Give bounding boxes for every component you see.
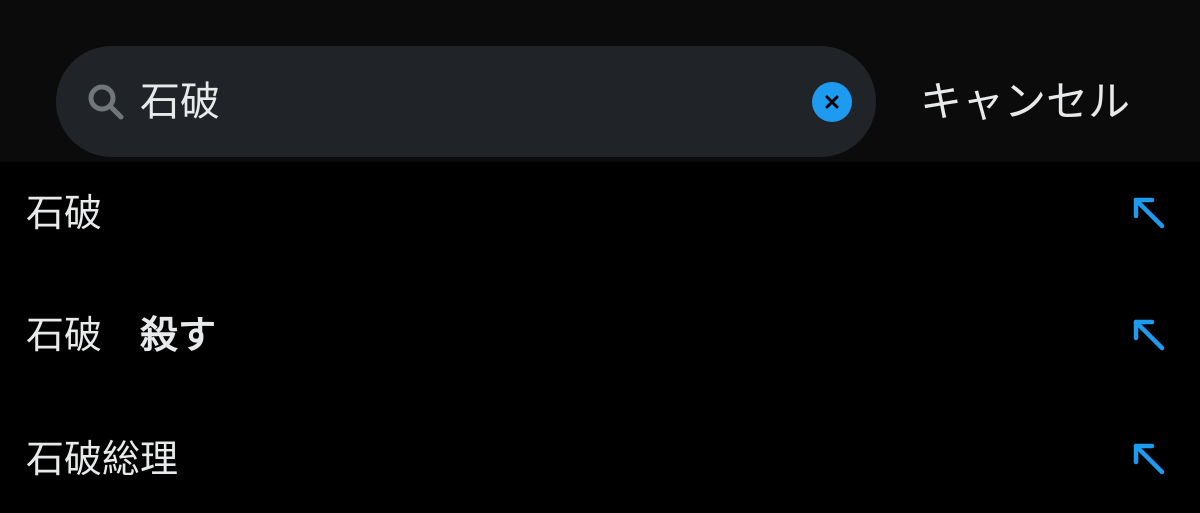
close-icon bbox=[825, 95, 839, 109]
suggestion-prefix: 石破 bbox=[26, 313, 141, 357]
search-input[interactable] bbox=[140, 72, 780, 132]
cancel-button[interactable]: キャンセル bbox=[920, 70, 1130, 134]
search-icon bbox=[88, 84, 124, 120]
fill-query-arrow-icon[interactable] bbox=[1128, 192, 1168, 232]
suggestion-text: 石破 殺す bbox=[26, 310, 216, 360]
suggestion-text: 石破 bbox=[26, 188, 102, 238]
search-screen: キャンセル 石破 石破 殺す 石破総理 bbox=[0, 0, 1200, 513]
suggestion-prefix: 石破 bbox=[26, 437, 103, 481]
suggestion-item[interactable]: 石破 殺す bbox=[0, 284, 1200, 384]
suggestion-suffix: 総理 bbox=[102, 437, 179, 481]
fill-query-arrow-icon[interactable] bbox=[1128, 314, 1168, 354]
suggestion-prefix: 石破 bbox=[26, 191, 103, 235]
search-header: キャンセル bbox=[0, 0, 1200, 162]
suggestion-text: 石破総理 bbox=[26, 434, 178, 484]
suggestion-item[interactable]: 石破 bbox=[0, 162, 1200, 262]
suggestion-item[interactable]: 石破総理 bbox=[0, 408, 1200, 508]
clear-search-button[interactable] bbox=[812, 82, 852, 122]
fill-query-arrow-icon[interactable] bbox=[1128, 438, 1168, 478]
suggestion-suffix: 殺す bbox=[140, 313, 217, 357]
